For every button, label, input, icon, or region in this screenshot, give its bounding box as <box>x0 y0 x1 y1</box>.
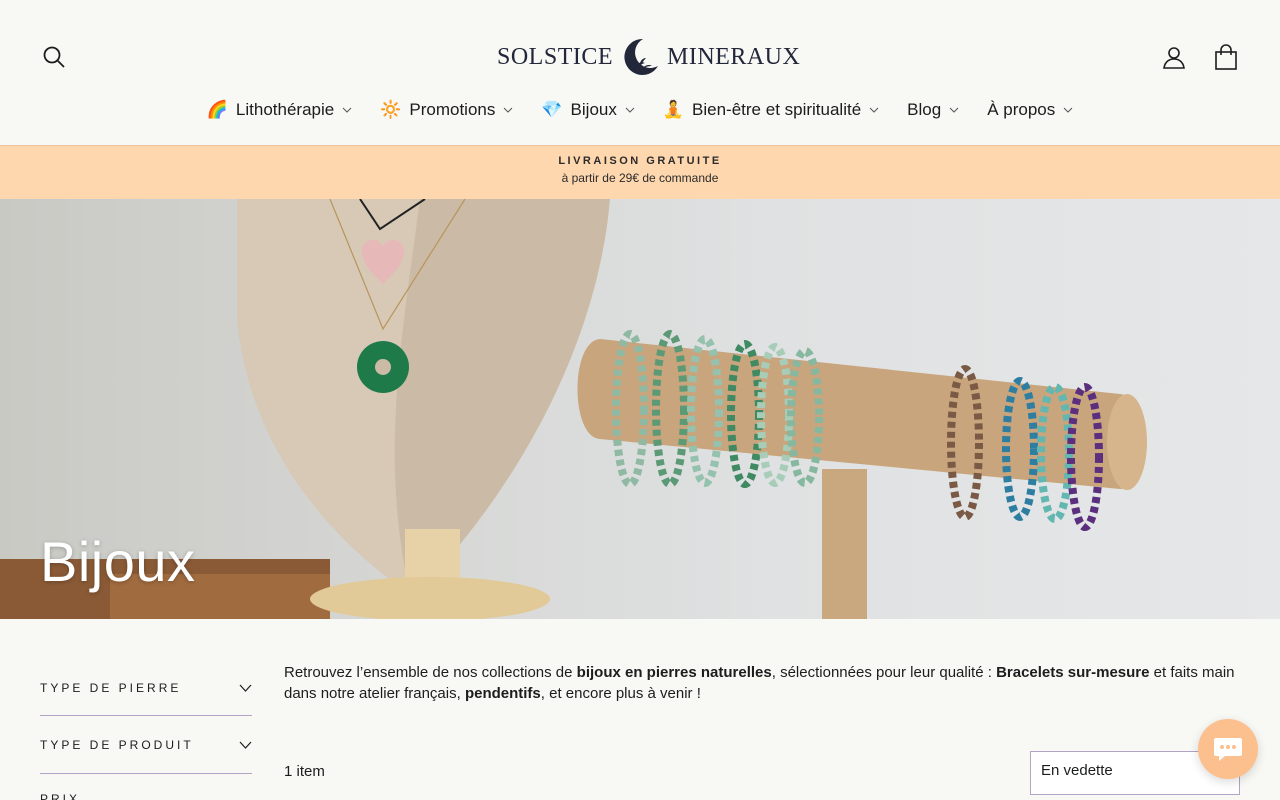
nav-item-a-propos[interactable]: À propos <box>987 96 1073 124</box>
chevron-down-icon <box>949 107 959 113</box>
nav-item-promotions[interactable]: 🔆 Promotions <box>380 96 513 124</box>
chat-bubble-icon <box>1214 738 1242 761</box>
site-header: SOLSTICE MINERAUX 🌈 Lithothérapie 🔆 Prom… <box>0 0 1280 145</box>
meditation-icon: 🧘 <box>662 100 685 119</box>
filter-label: TYPE DE PIERRE <box>40 680 182 695</box>
product-count: 1 item <box>284 763 325 780</box>
nav-item-label: Promotions <box>409 100 496 119</box>
cart-button[interactable] <box>1208 39 1244 75</box>
collection-description: Retrouvez l’ensemble de nos collections … <box>284 662 1244 704</box>
filter-type-de-produit[interactable]: TYPE DE PRODUIT <box>40 716 252 774</box>
account-button[interactable] <box>1156 39 1192 75</box>
nav-item-label: Lithothérapie <box>235 100 335 119</box>
filter-type-de-pierre[interactable]: TYPE DE PIERRE <box>40 660 252 716</box>
nav-item-label: À propos <box>987 100 1056 119</box>
search-button[interactable] <box>36 39 72 75</box>
nav-item-bijoux[interactable]: 💎 Bijoux <box>541 96 635 124</box>
nav-item-bien-etre[interactable]: 🧘 Bien-être et spiritualité <box>663 96 879 124</box>
chevron-down-icon <box>239 684 252 692</box>
nav-item-lithotherapie[interactable]: 🌈 Lithothérapie <box>207 96 352 124</box>
collection-title: Bijoux <box>40 530 196 593</box>
nav-item-blog[interactable]: Blog <box>907 96 959 124</box>
filter-label: TYPE DE PRODUIT <box>40 737 194 752</box>
filter-label: PRIX <box>40 792 81 800</box>
main-nav: 🌈 Lithothérapie 🔆 Promotions 💎 Bijoux 🧘 … <box>0 96 1280 124</box>
gem-icon: 💎 <box>541 100 563 119</box>
chat-button[interactable] <box>1198 719 1258 779</box>
filter-prix[interactable]: PRIX <box>40 774 252 800</box>
chevron-down-icon <box>1063 107 1073 113</box>
announcement-subtitle: à partir de 29€ de commande <box>561 171 719 185</box>
chevron-down-icon <box>625 107 635 113</box>
sun-icon: 🔆 <box>380 100 402 119</box>
announcement-bar: LIVRAISON GRATUITE à partir de 29€ de co… <box>0 145 1280 199</box>
rainbow-icon: 🌈 <box>206 100 228 119</box>
nav-item-label: Blog <box>907 100 942 119</box>
nav-item-label: Bien-être et spiritualité <box>692 100 862 119</box>
description-text: , sélectionnées pour leur qualité : <box>771 664 997 681</box>
moon-lotus-logo-icon <box>624 38 659 75</box>
description-text: Retrouvez l’ensemble de nos collections … <box>284 664 577 681</box>
nav-item-label: Bijoux <box>570 100 617 119</box>
chevron-down-icon <box>239 741 252 749</box>
description-text: , et encore plus à venir ! <box>540 685 701 702</box>
chevron-down-icon <box>342 107 352 113</box>
chevron-down-icon <box>504 107 513 113</box>
logo-text-left: SOLSTICE <box>497 43 614 70</box>
search-icon <box>43 46 65 68</box>
logo-text-right: MINERAUX <box>667 43 801 70</box>
user-icon <box>1163 47 1185 69</box>
site-logo[interactable]: SOLSTICE MINERAUX <box>497 34 800 80</box>
shopping-bag-icon <box>1215 44 1237 70</box>
filter-sidebar: TYPE DE PIERRE TYPE DE PRODUIT PRIX <box>40 660 252 800</box>
chevron-down-icon <box>869 107 879 113</box>
collection-hero: Bijoux <box>0 199 1280 619</box>
announcement-title: LIVRAISON GRATUITE <box>558 155 722 167</box>
description-bold: bijoux en pierres naturelles <box>576 664 772 681</box>
description-bold: pendentifs <box>464 685 541 702</box>
description-bold: Bracelets sur-mesure <box>996 664 1150 681</box>
